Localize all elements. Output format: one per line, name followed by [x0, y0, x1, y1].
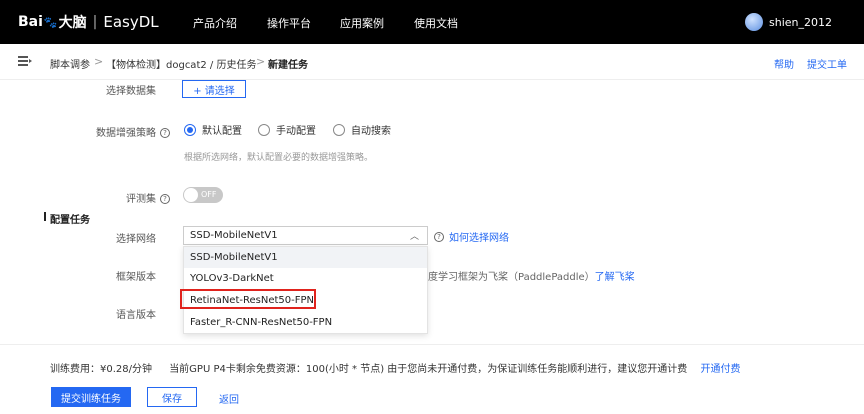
language-label: 语言版本: [116, 310, 156, 321]
network-select[interactable]: SSD-MobileNetV1 ︿: [183, 226, 428, 245]
framework-note-text: 度学习框架为飞桨（PaddlePaddle）: [428, 272, 595, 283]
gpu-info: 当前GPU P4卡剩余免费资源：100(小时 * 节点) 由于您尚未开通付费，为…: [169, 364, 688, 375]
paw-icon: 🐾: [43, 15, 58, 29]
radio-unchecked-icon: [258, 123, 270, 136]
toggle-text: OFF: [201, 190, 217, 199]
crumb-history[interactable]: 【物体检测】dogcat2 / 历史任务: [106, 56, 256, 71]
dropdown-option-faster-rcnn[interactable]: Faster_R-CNN-ResNet50-FPN: [184, 312, 427, 333]
augment-label-text: 数据增强策略: [96, 128, 156, 139]
user-menu[interactable]: shien_2012: [745, 13, 832, 31]
help-link-text: 如何选择网络: [449, 233, 509, 244]
avatar: [745, 13, 763, 31]
fee-label: 训练费用：: [50, 364, 100, 375]
toggle-knob: [184, 188, 198, 202]
open-billing-link[interactable]: 开通付费: [700, 364, 740, 375]
nav-product-intro[interactable]: 产品介绍: [193, 15, 237, 31]
augment-label: 数据增强策略?: [80, 124, 170, 139]
chevron-up-icon: ︿: [409, 232, 419, 242]
framework-note: 度学习框架为飞桨（PaddlePaddle）了解飞桨: [428, 268, 635, 283]
select-dataset-button[interactable]: + 请选择: [182, 80, 246, 98]
save-button[interactable]: 保存: [147, 387, 197, 407]
help-link[interactable]: 帮助: [774, 56, 794, 71]
baidu-logo[interactable]: Bai 🐾 大脑 | EasyDL: [18, 12, 159, 32]
crumb-script-tuning[interactable]: 脚本调参: [50, 56, 90, 71]
radio-manual[interactable]: 手动配置: [258, 122, 316, 137]
submit-training-button[interactable]: 提交训练任务: [51, 387, 131, 407]
back-link[interactable]: 返回: [219, 391, 239, 406]
product-name: EasyDL: [103, 13, 159, 31]
breadcrumb: 脚本调参 > 【物体检测】dogcat2 / 历史任务 > 新建任务 帮助 提交…: [0, 44, 864, 80]
crumb-current: 新建任务: [268, 60, 308, 71]
radio-label: 默认配置: [202, 126, 242, 137]
logo-text: Bai: [18, 14, 43, 30]
dropdown-option-yolov3[interactable]: YOLOv3-DarkNet: [184, 268, 427, 289]
dataset-label: 选择数据集: [106, 86, 156, 97]
dropdown-option-ssd[interactable]: SSD-MobileNetV1: [184, 247, 427, 268]
crumb-separator: >: [256, 55, 266, 68]
learn-paddle-link[interactable]: 了解飞桨: [595, 272, 635, 283]
section-title: 配置任务: [44, 211, 90, 226]
username: shien_2012: [769, 15, 832, 29]
fee-value: ¥0.28/分钟: [100, 364, 152, 375]
question-icon[interactable]: ?: [160, 194, 170, 204]
question-icon: ?: [434, 231, 444, 242]
network-label: 选择网络: [116, 234, 156, 245]
radio-default[interactable]: 默认配置: [184, 122, 242, 137]
question-icon[interactable]: ?: [160, 128, 170, 138]
top-navbar: Bai 🐾 大脑 | EasyDL 产品介绍 操作平台 应用案例 使用文档 sh…: [0, 0, 864, 44]
radio-label: 手动配置: [276, 126, 316, 137]
nav-cases[interactable]: 应用案例: [340, 15, 384, 31]
how-to-choose-network-link[interactable]: ? 如何选择网络: [434, 229, 509, 244]
network-select-value: SSD-MobileNetV1: [190, 230, 278, 241]
logo-suffix: 大脑: [58, 15, 87, 31]
logo-separator: |: [92, 14, 98, 30]
menu-toggle-icon[interactable]: [18, 56, 32, 66]
submit-ticket-link[interactable]: 提交工单: [807, 56, 847, 71]
eval-label-text: 评测集: [126, 194, 156, 205]
augment-hint: 根据所选网络，默认配置必要的数据增强策略。: [184, 153, 374, 163]
highlight-box: [180, 289, 316, 309]
radio-label: 自动搜索: [351, 126, 391, 137]
footer-bar: 训练费用：¥0.28/分钟 当前GPU P4卡剩余免费资源：100(小时 * 节…: [0, 344, 864, 414]
radio-auto-search[interactable]: 自动搜索: [333, 122, 391, 137]
nav-platform[interactable]: 操作平台: [267, 15, 311, 31]
crumb-separator: >: [94, 55, 104, 68]
radio-unchecked-icon: [333, 123, 345, 136]
fee-info: 训练费用：¥0.28/分钟 当前GPU P4卡剩余免费资源：100(小时 * 节…: [50, 360, 740, 375]
radio-checked-icon: [184, 123, 196, 136]
framework-label: 框架版本: [116, 272, 156, 283]
eval-label: 评测集?: [110, 190, 170, 205]
eval-toggle[interactable]: OFF: [183, 187, 223, 203]
nav-docs[interactable]: 使用文档: [414, 15, 458, 31]
